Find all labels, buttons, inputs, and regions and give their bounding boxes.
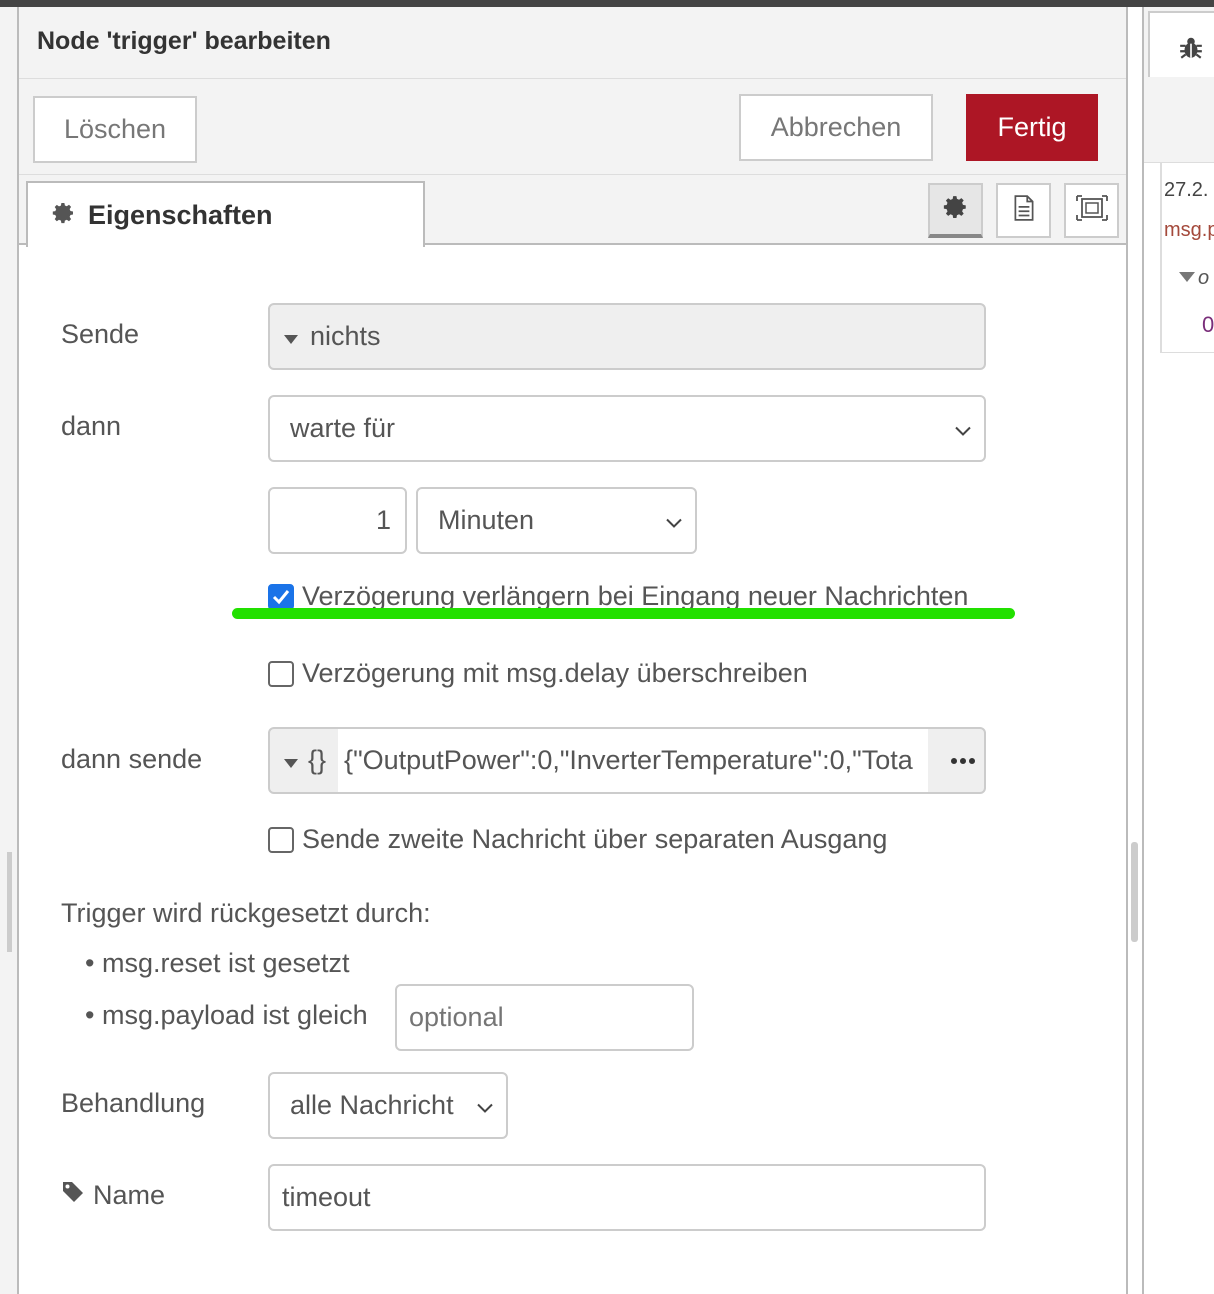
handling-select[interactable]: alle Nachricht: [268, 1072, 508, 1139]
units-value: Minuten: [438, 505, 535, 535]
reset-heading: Trigger wird rückgesetzt durch:: [61, 898, 431, 928]
cancel-button[interactable]: Abbrechen: [739, 94, 933, 161]
tab-debug[interactable]: [1148, 11, 1214, 77]
override-delay-checkbox[interactable]: [268, 660, 294, 687]
send-label: Sende: [61, 319, 140, 349]
tray-scrollbar[interactable]: [1131, 842, 1138, 942]
second-output-option[interactable]: Sende zweite Nachricht über separaten Au…: [268, 824, 887, 855]
tab-description-button[interactable]: [996, 183, 1051, 238]
extend-delay-checkbox[interactable]: [268, 583, 294, 610]
delete-button[interactable]: Löschen: [33, 96, 197, 163]
top-bar: [0, 0, 1214, 7]
tab-properties[interactable]: Eigenschaften: [26, 181, 425, 247]
tray-title: Node 'trigger' bearbeiten: [37, 27, 331, 55]
name-value: timeout: [282, 1182, 371, 1212]
edit-tray: Node 'trigger' bearbeiten Löschen Abbrec…: [19, 7, 1128, 1294]
expand-editor-icon[interactable]: [942, 729, 984, 792]
tab-settings-button[interactable]: [928, 183, 983, 238]
then-select[interactable]: warte für: [268, 395, 986, 462]
highlight-underline: [232, 608, 1015, 619]
tab-properties-label: Eigenschaften: [88, 199, 273, 230]
debug-timestamp: 27.2.: [1164, 179, 1209, 201]
reset-item-2: • msg.payload ist gleich: [85, 1000, 368, 1030]
tab-appearance-button[interactable]: [1064, 183, 1119, 238]
send-select[interactable]: nichts: [268, 303, 986, 370]
reset-payload-input[interactable]: [395, 984, 694, 1051]
bug-icon: [1178, 35, 1204, 66]
then-send-value[interactable]: {"OutputPower":0,"InverterTemperature":0…: [338, 729, 929, 792]
override-delay-label: Verzögerung mit msg.delay überschreiben: [302, 658, 808, 688]
done-button[interactable]: Fertig: [966, 94, 1098, 161]
then-send-typedinput[interactable]: {} {"OutputPower":0,"InverterTemperature…: [268, 727, 986, 794]
caret-down-icon: [284, 321, 298, 352]
chevron-down-icon: [665, 505, 683, 536]
tabs-row: Eigenschaften: [19, 175, 1126, 247]
then-label: dann: [61, 411, 122, 441]
gear-icon: [943, 194, 969, 225]
reset-item-1: • msg.reset ist gesetzt: [85, 948, 350, 978]
name-label: Name: [93, 1180, 166, 1210]
send-value: nichts: [310, 321, 381, 351]
handling-value: alle Nachricht: [290, 1090, 454, 1120]
name-input[interactable]: timeout: [268, 1164, 986, 1231]
debug-object[interactable]: o: [1198, 267, 1209, 290]
units-select[interactable]: Minuten: [416, 487, 697, 554]
reset-item-2-text: msg.payload ist gleich: [101, 1000, 368, 1030]
tray-toolbar: Löschen Abbrechen Fertig: [19, 79, 1126, 175]
debug-topic[interactable]: msg.p: [1164, 219, 1214, 242]
tag-icon: [61, 1180, 85, 1211]
then-send-label: dann sende: [61, 744, 203, 774]
document-icon: [1011, 194, 1037, 227]
workspace-edge: [0, 7, 19, 1294]
frame-icon: [1075, 194, 1108, 227]
caret-down-icon[interactable]: [284, 745, 298, 776]
chevron-down-icon: [954, 413, 972, 444]
debug-value: 0: [1202, 312, 1214, 337]
second-output-label: Sende zweite Nachricht über separaten Au…: [302, 824, 888, 854]
chevron-down-icon: [476, 1090, 494, 1121]
tray-header: Node 'trigger' bearbeiten: [19, 7, 1126, 79]
name-label-row: Name: [61, 1180, 165, 1211]
reset-item-1-text: msg.reset ist gesetzt: [101, 948, 350, 978]
debug-tabs: [1144, 7, 1214, 163]
handling-label: Behandlung: [61, 1088, 206, 1118]
expand-triangle-icon[interactable]: [1179, 272, 1195, 282]
resize-grip[interactable]: [7, 852, 12, 952]
second-output-checkbox[interactable]: [268, 826, 294, 853]
duration-value: 1: [375, 505, 391, 535]
then-value: warte für: [290, 413, 396, 443]
duration-input[interactable]: 1: [268, 487, 407, 554]
gear-icon: [52, 201, 76, 230]
override-delay-option[interactable]: Verzögerung mit msg.delay überschreiben: [268, 658, 808, 689]
json-type-icon: {}: [308, 745, 327, 775]
debug-sidebar: 27.2. msg.p o 0: [1142, 7, 1214, 1294]
